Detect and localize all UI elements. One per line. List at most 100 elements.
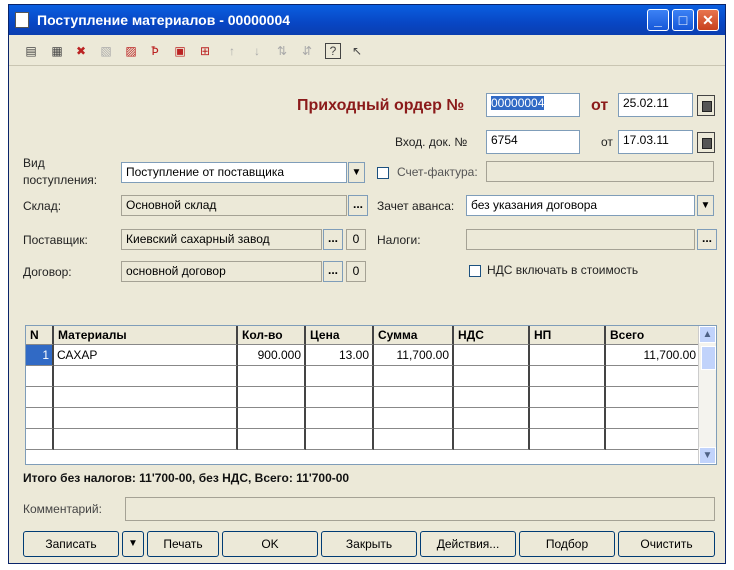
- sort-desc-icon[interactable]: ⇵: [299, 43, 315, 59]
- scroll-up-icon[interactable]: ▲: [699, 326, 716, 343]
- incoming-from-label: от: [601, 135, 613, 149]
- save-button[interactable]: Записать: [23, 531, 119, 557]
- warehouse-select-button[interactable]: ...: [348, 195, 368, 216]
- table-cell-price[interactable]: 13.00: [306, 345, 374, 366]
- supplier-balance: 0: [346, 229, 366, 250]
- supplier-label: Поставщик:: [23, 233, 88, 247]
- warehouse-field[interactable]: Основной склад: [121, 195, 347, 216]
- table-scrollbar[interactable]: ▲ ▼: [698, 326, 716, 464]
- incoming-doc-number-field[interactable]: 6754: [486, 130, 580, 154]
- clear-button[interactable]: Очистить: [618, 531, 715, 557]
- order-date-field[interactable]: 25.02.11: [618, 93, 693, 117]
- document-window: Поступление материалов - 00000004 _ □ ✕ …: [8, 4, 726, 564]
- contract-label: Договор:: [23, 265, 72, 279]
- vat-include-label: НДС включать в стоимость: [487, 263, 639, 277]
- save-dropdown-icon[interactable]: ▼: [122, 531, 144, 557]
- order-number-field[interactable]: 00000004: [486, 93, 580, 117]
- selection-button[interactable]: Подбор: [519, 531, 615, 557]
- empty-cell: [26, 429, 54, 450]
- incoming-date-calendar-button[interactable]: [697, 132, 715, 153]
- empty-cell: [238, 429, 306, 450]
- actions-button[interactable]: Действия...: [420, 531, 516, 557]
- empty-cell: [238, 408, 306, 429]
- table-cell-material[interactable]: САХАР: [54, 345, 238, 366]
- table-cell-qty[interactable]: 900.000: [238, 345, 306, 366]
- empty-cell: [306, 429, 374, 450]
- empty-cell: [454, 366, 530, 387]
- empty-cell: [54, 429, 238, 450]
- supplier-field[interactable]: Киевский сахарный завод: [121, 229, 322, 250]
- column-header-vat[interactable]: НДС: [454, 326, 530, 345]
- invoice-field[interactable]: [486, 161, 714, 182]
- scroll-down-icon[interactable]: ▼: [699, 447, 716, 464]
- row-settings-icon[interactable]: ▣: [172, 43, 188, 59]
- advance-select[interactable]: без указания договора: [466, 195, 695, 216]
- column-header-materials[interactable]: Материалы: [54, 326, 238, 345]
- move-down-icon[interactable]: ↓: [249, 43, 265, 59]
- table-cell-total[interactable]: 11,700.00: [606, 345, 699, 366]
- table-cell-np[interactable]: [530, 345, 606, 366]
- ok-button[interactable]: OK: [222, 531, 318, 557]
- copy-row-icon[interactable]: ▦: [49, 43, 65, 59]
- delete-mark-icon[interactable]: Ꝥ: [147, 43, 163, 59]
- empty-cell: [54, 387, 238, 408]
- context-help-icon[interactable]: ↖: [349, 43, 365, 59]
- empty-cell: [238, 387, 306, 408]
- invoice-label: Счет-фактура:: [397, 165, 478, 179]
- supplier-select-button[interactable]: ...: [323, 229, 343, 250]
- calendar-icon: [702, 138, 712, 149]
- print-button[interactable]: Печать: [147, 531, 219, 557]
- empty-cell: [530, 387, 606, 408]
- empty-cell: [26, 387, 54, 408]
- empty-cell: [374, 387, 454, 408]
- scroll-thumb[interactable]: [701, 346, 716, 370]
- insert-icon[interactable]: ⊞: [197, 43, 213, 59]
- taxes-label: Налоги:: [377, 233, 421, 247]
- taxes-select-button[interactable]: ...: [697, 229, 717, 250]
- totals-text: Итого без налогов: 11'700-00, без НДС, В…: [23, 471, 350, 485]
- column-header-price[interactable]: Цена: [306, 326, 374, 345]
- edit-row-icon[interactable]: ▧: [98, 43, 114, 59]
- contract-balance: 0: [346, 261, 366, 282]
- receipt-type-select[interactable]: Поступление от поставщика: [121, 162, 347, 183]
- empty-cell: [606, 408, 699, 429]
- column-header-qty[interactable]: Кол-во: [238, 326, 306, 345]
- minimize-button[interactable]: _: [647, 9, 669, 31]
- incoming-doc-date-field[interactable]: 17.03.11: [618, 130, 693, 154]
- order-date-calendar-button[interactable]: [697, 95, 715, 116]
- column-header-sum[interactable]: Сумма: [374, 326, 454, 345]
- move-up-icon[interactable]: ↑: [224, 43, 240, 59]
- calendar-icon: [702, 101, 712, 112]
- contract-select-button[interactable]: ...: [323, 261, 343, 282]
- close-form-button[interactable]: Закрыть: [321, 531, 417, 557]
- new-row-icon[interactable]: ▤: [23, 43, 39, 59]
- remove-icon[interactable]: ▨: [123, 43, 139, 59]
- empty-cell: [374, 429, 454, 450]
- empty-cell: [454, 387, 530, 408]
- vat-include-checkbox[interactable]: [469, 265, 481, 277]
- column-header-total[interactable]: Всего: [606, 326, 699, 345]
- empty-cell: [606, 366, 699, 387]
- advance-dropdown-icon[interactable]: ▼: [697, 195, 714, 216]
- empty-cell: [454, 429, 530, 450]
- taxes-field[interactable]: [466, 229, 695, 250]
- table-cell-vat[interactable]: [454, 345, 530, 366]
- delete-row-icon[interactable]: ✖: [73, 43, 89, 59]
- materials-table[interactable]: N Материалы Кол-во Цена Сумма НДС НП Все…: [25, 325, 717, 465]
- sort-asc-icon[interactable]: ⇅: [274, 43, 290, 59]
- receipt-type-dropdown-icon[interactable]: ▼: [348, 162, 365, 183]
- maximize-button[interactable]: □: [672, 9, 694, 31]
- empty-cell: [530, 366, 606, 387]
- table-cell-sum[interactable]: 11,700.00: [374, 345, 454, 366]
- receipt-type-label: Вид поступления:: [23, 156, 98, 187]
- contract-field[interactable]: основной договор: [121, 261, 322, 282]
- comment-field[interactable]: [125, 497, 715, 521]
- column-header-np[interactable]: НП: [530, 326, 606, 345]
- invoice-checkbox[interactable]: [377, 167, 389, 179]
- empty-cell: [306, 408, 374, 429]
- close-button[interactable]: ✕: [697, 9, 719, 31]
- help-icon[interactable]: ?: [325, 43, 341, 59]
- table-row-n[interactable]: 1: [26, 345, 54, 366]
- column-header-n[interactable]: N: [26, 326, 54, 345]
- empty-cell: [606, 387, 699, 408]
